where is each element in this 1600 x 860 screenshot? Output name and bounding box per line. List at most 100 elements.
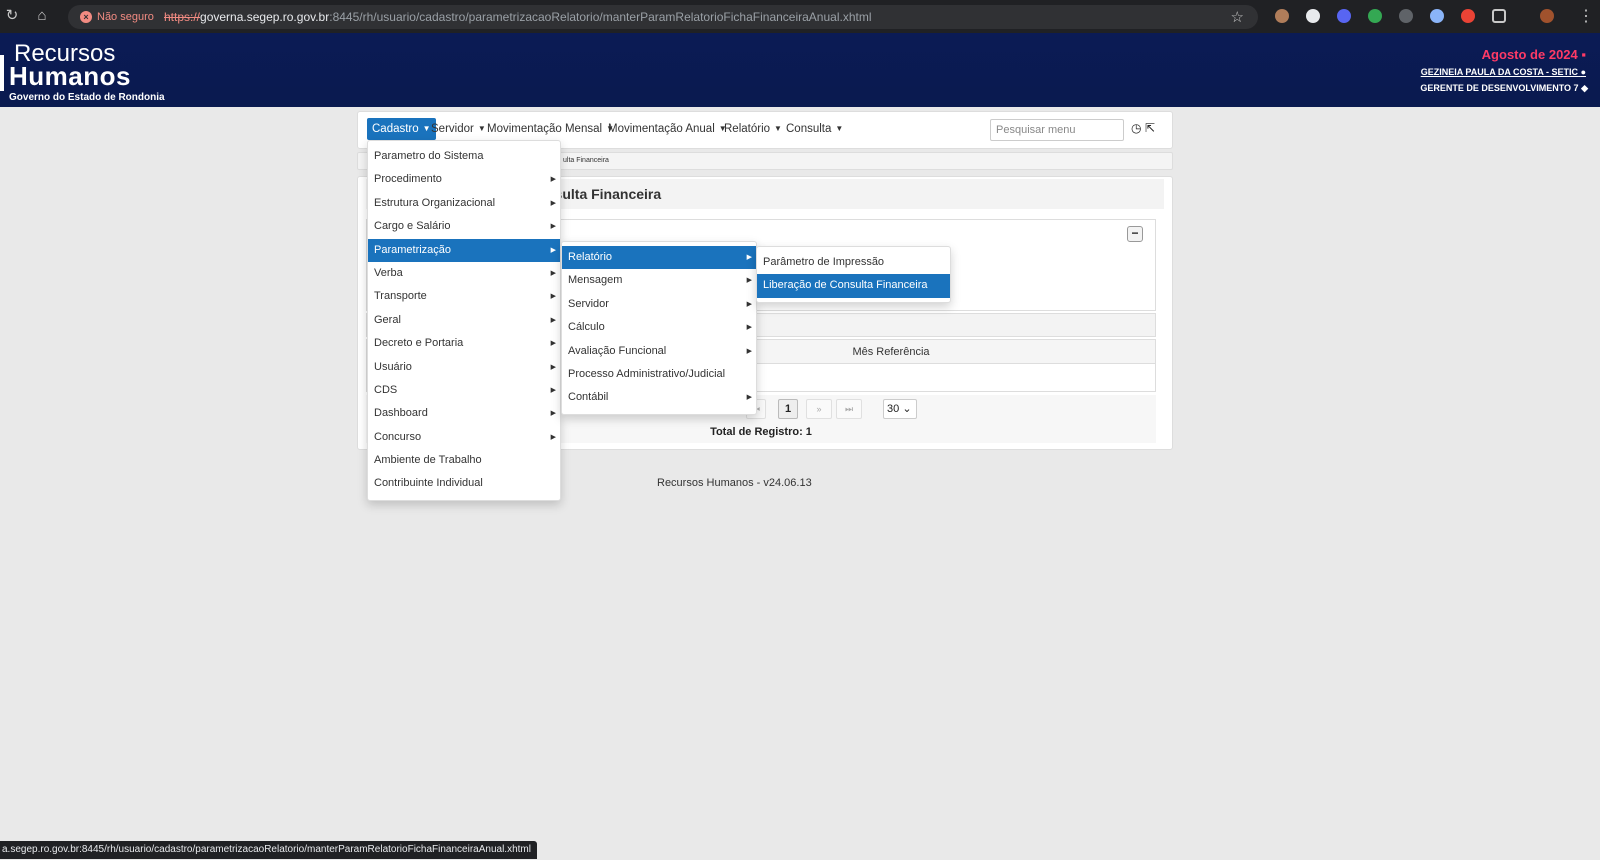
user-name-link[interactable]: GEZINEIA PAULA DA COSTA - SETIC ● xyxy=(1421,67,1586,77)
menu-item-label: Relatório xyxy=(568,251,613,263)
extension-icon[interactable] xyxy=(1337,9,1351,23)
menu-item-label: Ambiente de Trabalho xyxy=(374,454,482,467)
menu-item-label: Parametro do Sistema xyxy=(374,150,484,162)
avatar[interactable] xyxy=(1540,9,1554,23)
cadastro-dropdown: Parametro do Sistema Procedimento ▶ Estrutu… xyxy=(367,140,561,501)
menu-item[interactable]: Verba ▶ xyxy=(368,262,560,285)
security-chip[interactable]: × Não seguro xyxy=(76,9,160,25)
menu-item-label: Transporte xyxy=(374,290,427,303)
nav-label: Servidor xyxy=(431,123,474,135)
menu-item[interactable]: Parametro do Sistema xyxy=(368,145,560,168)
menu-item[interactable]: Servidor ▶ xyxy=(562,293,756,316)
menu-item[interactable]: Cargo e Salário ▶ xyxy=(368,215,560,238)
menu-item[interactable]: Concurso ▶ xyxy=(368,426,560,449)
nav-label: Relatório xyxy=(724,123,771,135)
user-icon: ● xyxy=(1580,67,1586,77)
menu-item-label: Concurso xyxy=(374,430,422,443)
caret-right-icon: ▶ xyxy=(550,176,556,184)
extension-icon[interactable] xyxy=(1275,9,1289,23)
extension-icon[interactable] xyxy=(1430,9,1444,23)
app-header: Recursos Humanos Governo do Estado de Ro… xyxy=(0,33,1600,107)
menu-item[interactable]: Geral ▶ xyxy=(368,309,560,332)
menu-item[interactable]: Mensagem ▶ xyxy=(562,269,756,292)
puzzle-icon[interactable] xyxy=(1492,9,1506,23)
menu-item-label: Procedimento xyxy=(374,173,442,186)
menu-item[interactable]: Ambiente de Trabalho xyxy=(368,449,560,472)
last-page-button[interactable]: ⏭ xyxy=(836,399,862,419)
menu-item-label: Dashboard xyxy=(374,407,428,420)
home-icon[interactable]: ⌂ xyxy=(33,7,51,25)
menu-item-label: Mensagem xyxy=(568,274,623,287)
menu-item[interactable]: Processo Administrativo/Judicial xyxy=(562,363,756,386)
caret-right-icon: ▶ xyxy=(746,394,752,402)
menu-item[interactable]: Dashboard ▶ xyxy=(368,402,560,425)
relatorio-submenu: Parâmetro de Impressão Liberação de Consu… xyxy=(756,246,951,303)
menu-item[interactable]: Parâmetro de Impressão xyxy=(757,251,950,274)
menu-item[interactable]: Estrutura Organizacional ▶ xyxy=(368,192,560,215)
caret-right-icon: ▶ xyxy=(550,199,556,207)
exit-icon[interactable]: ⇱ xyxy=(1145,121,1155,135)
url-path: :8445/rh/usuario/cadastro/parametrizacao… xyxy=(329,10,872,24)
user-name: GEZINEIA PAULA DA COSTA - SETIC xyxy=(1420,67,1579,77)
extension-icon[interactable] xyxy=(1368,9,1382,23)
rows-per-page-value: 30 xyxy=(887,403,900,415)
caret-right-icon: ▶ xyxy=(550,433,556,441)
caret-right-icon: ▶ xyxy=(746,347,752,355)
extension-icon[interactable] xyxy=(1306,9,1320,23)
user-role[interactable]: GERENTE DE DESENVOLVIMENTO 7 ◆ xyxy=(1420,83,1588,94)
next-page-button[interactable]: » xyxy=(806,399,832,419)
chevron-down-icon: ⌄ xyxy=(902,403,912,415)
parametrizacao-submenu: Relatório ▶ Mensagem ▶ Servidor ▶ Cálculo ▶ Aval… xyxy=(561,241,757,415)
menu-item-label: Geral xyxy=(374,313,401,326)
nav-consulta[interactable]: Consulta ▼ xyxy=(781,118,848,140)
period-label[interactable]: Agosto de 2024 ▪ xyxy=(1482,47,1586,62)
caret-right-icon: ▶ xyxy=(746,300,752,308)
url-scheme: https:// xyxy=(164,10,201,24)
menu-item-label: Processo Administrativo/Judicial xyxy=(568,367,726,380)
menu-item[interactable]: Usuário ▶ xyxy=(368,356,560,379)
footer-version: Recursos Humanos - v24.06.13 xyxy=(657,477,812,489)
caret-right-icon: ▶ xyxy=(550,269,556,277)
nav-movimentacao-mensal[interactable]: Movimentação Mensal ▼ xyxy=(482,118,619,140)
more-menu-icon[interactable]: ⋮ xyxy=(1578,6,1594,26)
caret-right-icon: ▶ xyxy=(550,293,556,301)
menu-item-label: Avaliação Funcional xyxy=(568,344,667,357)
nav-label: Movimentação Mensal xyxy=(487,123,603,135)
bookmark-star-icon[interactable]: ☆ xyxy=(1231,8,1244,26)
tag-icon: ◆ xyxy=(1581,83,1588,93)
caret-down-icon: ▼ xyxy=(835,124,844,133)
nav-movimentacao-anual[interactable]: Movimentação Anual ▼ xyxy=(603,118,732,140)
caret-right-icon: ▶ xyxy=(550,223,556,231)
caret-right-icon: ▶ xyxy=(550,410,556,418)
menu-item[interactable]: Decreto e Portaria ▶ xyxy=(368,332,560,355)
menu-item[interactable]: CDS ▶ xyxy=(368,379,560,402)
extension-icon[interactable] xyxy=(1461,9,1475,23)
menu-item[interactable]: Procedimento ▶ xyxy=(368,168,560,191)
menu-search-input[interactable] xyxy=(990,119,1124,141)
menu-item-label: Parametrização xyxy=(374,243,452,256)
collapse-button[interactable]: − xyxy=(1127,226,1143,242)
clock-icon[interactable]: ◷ xyxy=(1131,121,1141,135)
menu-item[interactable]: Parametrização ▶ xyxy=(368,238,560,262)
period-text: Agosto de 2024 xyxy=(1481,47,1578,62)
page-number-button[interactable]: 1 xyxy=(778,399,798,419)
warning-icon: × xyxy=(80,11,92,23)
speaker-icon[interactable] xyxy=(1399,9,1413,23)
nav-relatorio[interactable]: Relatório ▼ xyxy=(719,118,787,140)
rows-per-page-select[interactable]: 30 ⌄ xyxy=(883,399,917,419)
url-text[interactable]: https://governa.segep.ro.gov.br:8445/rh/… xyxy=(164,10,872,24)
menu-item[interactable]: Transporte ▶ xyxy=(368,285,560,308)
menu-item[interactable]: Cálculo ▶ xyxy=(562,316,756,339)
menu-item[interactable]: Contribuinte Individual xyxy=(368,472,560,495)
reload-icon[interactable]: ↻ xyxy=(3,7,21,25)
address-bar[interactable]: × Não seguro https://governa.segep.ro.go… xyxy=(68,5,1258,29)
menu-item[interactable]: Liberação de Consulta Financeira xyxy=(757,274,950,298)
menu-item-label: Servidor xyxy=(568,297,609,310)
menu-item[interactable]: Avaliação Funcional ▶ xyxy=(562,340,756,363)
menu-item[interactable]: Contábil ▶ xyxy=(562,386,756,409)
menu-item-label: Contábil xyxy=(568,391,609,404)
menu-item[interactable]: Relatório ▶ xyxy=(562,246,756,270)
caret-right-icon: ▶ xyxy=(550,363,556,371)
menu-item-label: Cargo e Salário xyxy=(374,220,451,233)
nav-label: Cadastro xyxy=(372,123,419,135)
